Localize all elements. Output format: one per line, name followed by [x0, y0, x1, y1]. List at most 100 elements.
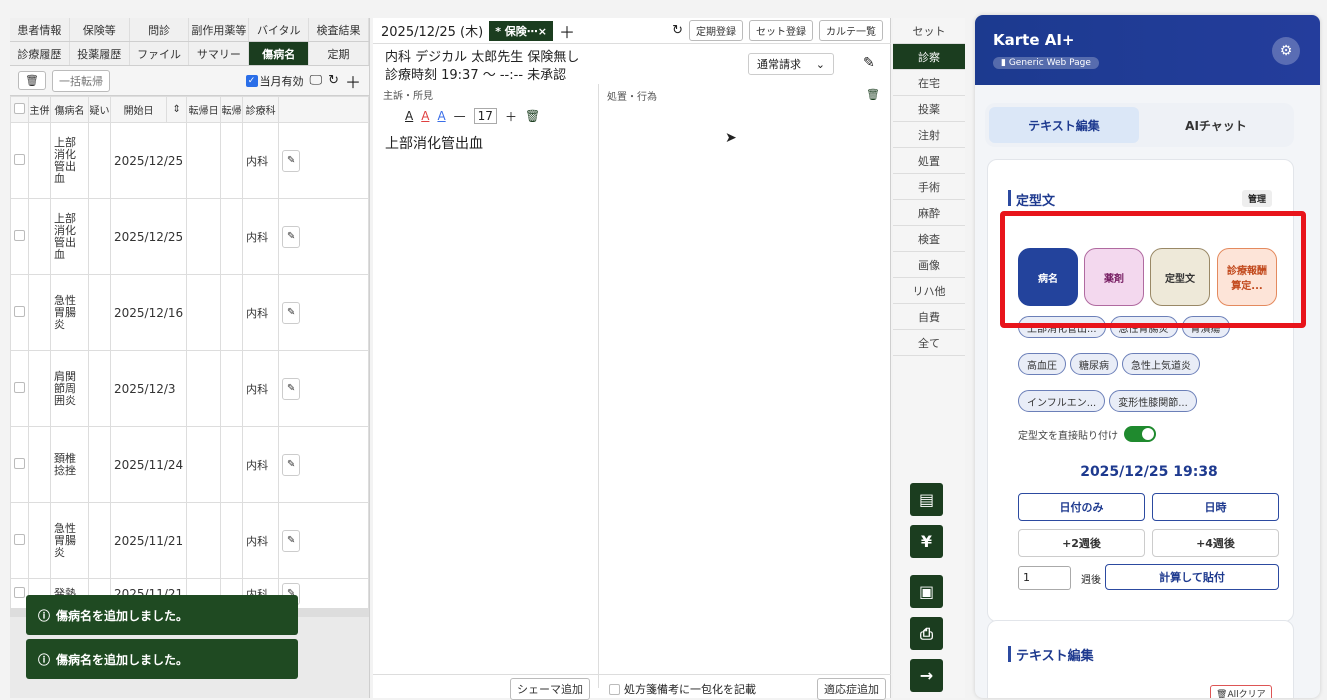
insurance-tab[interactable]: * 保険⋯× [489, 20, 554, 41]
datetime-button[interactable]: 日時 [1152, 493, 1279, 521]
clear-all-button[interactable]: 🗑Allクリア [1210, 685, 1272, 698]
weeks-input[interactable]: 1 [1018, 566, 1071, 590]
category-disease-button[interactable]: 病名 [1018, 248, 1078, 306]
tab-side-effects[interactable]: 副作用薬等 [189, 18, 250, 41]
category-drug-button[interactable]: 薬剤 [1084, 248, 1144, 306]
chip[interactable]: 変形性膝関節... [1109, 390, 1197, 412]
tab-history[interactable]: 診療履歴 [10, 42, 70, 65]
add-icon[interactable]: ＋ [345, 69, 361, 93]
save-icon[interactable]: ▣ [910, 575, 943, 608]
tab-ai-chat[interactable]: AIチャット [1141, 107, 1291, 143]
periodic-register-button[interactable]: 定期登録 [689, 20, 743, 41]
prescription-note-checkbox[interactable]: 処方箋備考に一包化を記載 [609, 681, 756, 697]
calc-paste-button[interactable]: 計算して貼付 [1105, 564, 1279, 590]
set-item[interactable]: 自費 [893, 304, 965, 330]
col-start-date[interactable]: 開始日 [109, 96, 168, 123]
tab-summary[interactable]: サマリー [189, 42, 250, 65]
manage-button[interactable]: 管理 [1242, 190, 1273, 207]
table-row[interactable]: 頚椎捻挫 2025/11/24 内科 ✎ [10, 426, 369, 503]
chip[interactable]: 高血圧 [1018, 353, 1066, 375]
pencil-icon[interactable]: ✎ [282, 225, 301, 248]
date-only-button[interactable]: 日付のみ [1018, 493, 1145, 521]
tab-lab-results[interactable]: 検査結果 [309, 18, 369, 41]
set-item[interactable]: 手術 [893, 174, 965, 200]
row-checkbox[interactable] [14, 586, 25, 598]
refresh-icon[interactable]: ↻ [672, 23, 683, 38]
schema-add-button[interactable]: シェーマ追加 [510, 678, 590, 700]
set-item[interactable]: リハ他 [893, 278, 965, 304]
set-item[interactable]: 在宅 [893, 70, 965, 96]
batch-outcome-button[interactable]: 一括転帰 [51, 69, 110, 92]
refresh-icon[interactable]: ↻ [328, 73, 339, 88]
chip[interactable]: インフルエン... [1018, 390, 1106, 412]
table-row[interactable]: 上部消化管出血 2025/12/25 内科 ✎ [10, 198, 369, 275]
plus-2-weeks-button[interactable]: +2週後 [1018, 529, 1145, 557]
gear-icon[interactable]: ⚙ [1272, 37, 1300, 65]
pencil-icon[interactable]: ✎ [282, 377, 301, 400]
set-item[interactable]: 全て [893, 330, 965, 356]
tab-disease-names[interactable]: 傷病名 [249, 42, 310, 65]
indication-add-button[interactable]: 適応症追加 [817, 678, 886, 700]
set-item[interactable]: 画像 [893, 252, 965, 278]
pencil-icon[interactable]: ✎ [282, 301, 301, 324]
font-size-value[interactable]: 17 [473, 108, 497, 124]
trash-icon[interactable]: 🗑 [18, 71, 46, 90]
chip[interactable]: 糖尿病 [1070, 353, 1118, 375]
row-checkbox[interactable] [14, 153, 25, 165]
font-color-default-icon[interactable]: A [405, 109, 413, 123]
sort-icon[interactable]: ⇕ [166, 96, 188, 123]
set-item[interactable]: 麻酔 [893, 200, 965, 226]
font-color-blue-icon[interactable]: A [437, 109, 445, 123]
pencil-icon[interactable]: ✎ [863, 55, 875, 71]
soap-content[interactable]: 上部消化管出血 [373, 127, 598, 159]
set-register-button[interactable]: セット登録 [749, 20, 813, 41]
row-checkbox[interactable] [14, 229, 25, 241]
tab-patient-info[interactable]: 患者情報 [10, 18, 70, 41]
tab-medication-history[interactable]: 投薬履歴 [70, 42, 130, 65]
tab-files[interactable]: ファイル [130, 42, 190, 65]
yen-icon[interactable]: ¥ [910, 525, 943, 558]
row-checkbox[interactable] [14, 533, 25, 545]
chip[interactable]: 急性胃腸炎 [1109, 316, 1178, 338]
arrow-right-icon[interactable]: → [910, 659, 943, 692]
row-checkbox[interactable] [14, 305, 25, 317]
table-row[interactable]: 肩関節周囲炎 2025/12/3 内科 ✎ [10, 350, 369, 427]
plus-4-weeks-button[interactable]: +4週後 [1152, 529, 1279, 557]
toggle-switch[interactable] [1124, 426, 1156, 442]
category-fee-button[interactable]: 診療報酬算定... [1217, 248, 1277, 306]
add-tab-icon[interactable]: ＋ [559, 19, 575, 43]
font-color-red-icon[interactable]: A [421, 109, 429, 123]
chip[interactable]: 急性上気道炎 [1122, 353, 1200, 375]
table-row[interactable]: 上部消化管出血 2025/12/25 内科 ✎ [10, 122, 369, 199]
trash-icon[interactable]: 🗑 [866, 88, 880, 101]
set-item[interactable]: 検査 [893, 226, 965, 252]
tab-interview[interactable]: 問診 [130, 18, 190, 41]
table-row[interactable]: 急性胃腸炎 2025/12/16 内科 ✎ [10, 274, 369, 351]
font-size-decrease-icon[interactable]: — [454, 109, 466, 123]
current-valid-checkbox[interactable]: ✓ 当月有効 [245, 73, 304, 89]
pencil-icon[interactable]: ✎ [282, 529, 301, 552]
print-icon[interactable]: ⎙ [910, 617, 943, 650]
pencil-icon[interactable]: ✎ [282, 149, 301, 172]
document-add-icon[interactable]: ▤ [910, 483, 943, 516]
tab-periodic[interactable]: 定期 [309, 42, 369, 65]
font-size-increase-icon[interactable]: ＋ [505, 108, 517, 125]
billing-select[interactable]: 通常請求 ⌄ [748, 53, 834, 75]
pencil-icon[interactable]: ✎ [282, 453, 301, 476]
tab-insurance[interactable]: 保険等 [70, 18, 130, 41]
trash-icon[interactable]: 🗑 [525, 109, 540, 123]
category-template-button[interactable]: 定型文 [1150, 248, 1210, 306]
karte-list-button[interactable]: カルテ一覧 [819, 20, 883, 41]
set-item[interactable]: 投薬 [893, 96, 965, 122]
set-item[interactable]: 注射 [893, 122, 965, 148]
tab-vitals[interactable]: バイタル [249, 18, 310, 41]
select-all-checkbox[interactable] [14, 102, 25, 114]
plan-content[interactable] [599, 108, 891, 688]
monitor-icon[interactable]: 🖵 [310, 73, 323, 88]
set-item[interactable]: 処置 [893, 148, 965, 174]
set-item[interactable]: 診察 [893, 44, 965, 70]
chip[interactable]: 胃潰瘍 [1181, 316, 1230, 338]
table-row[interactable]: 急性胃腸炎 2025/11/21 内科 ✎ [10, 502, 369, 579]
chip[interactable]: 上部消化管出... [1018, 316, 1106, 338]
row-checkbox[interactable] [14, 457, 25, 469]
